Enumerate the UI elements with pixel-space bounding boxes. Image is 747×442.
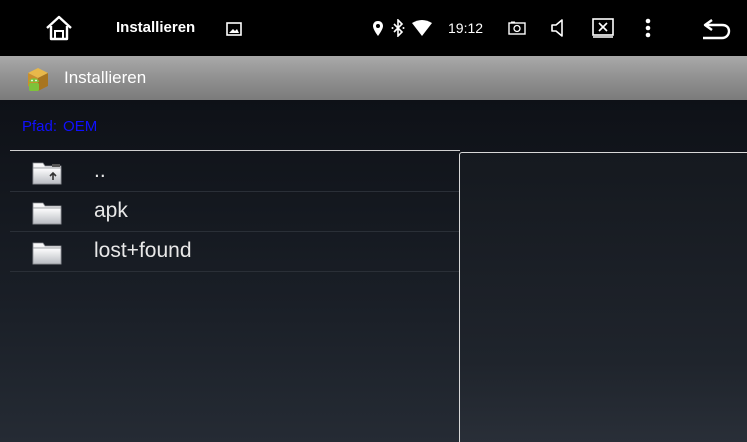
bluetooth-icon [391,19,405,37]
android-package-icon [24,65,52,93]
folder-icon [32,198,62,226]
app-header: Installieren [0,56,747,100]
list-divider [10,150,460,151]
home-icon[interactable] [44,14,74,42]
volume-icon[interactable] [550,18,566,38]
app-title: Installieren [64,68,147,87]
file-name: .. [94,159,106,182]
file-item-parent[interactable]: .. [10,152,459,192]
path-value: OEM [63,118,98,135]
file-name: lost+found [94,239,192,262]
file-item-apk[interactable]: apk [10,192,459,232]
folder-up-icon [32,158,62,186]
location-icon [372,20,384,37]
picture-icon [226,22,242,36]
status-bar: Installieren 19:12 [0,0,747,56]
close-window-icon[interactable] [592,18,614,38]
preview-panel [459,152,747,442]
path-label: Pfad: [22,118,58,135]
status-title: Installieren [116,19,196,36]
file-name: apk [94,199,128,222]
more-vert-icon[interactable] [645,18,651,38]
camera-icon [508,21,526,35]
wifi-icon [412,20,432,36]
back-icon[interactable] [700,17,732,41]
path-breadcrumb: Pfad: OEM [22,100,97,150]
folder-icon [32,238,62,266]
file-item-lost-found[interactable]: lost+found [10,232,459,272]
status-time: 19:12 [448,20,484,36]
file-list: .. apk lost+found [10,152,459,272]
